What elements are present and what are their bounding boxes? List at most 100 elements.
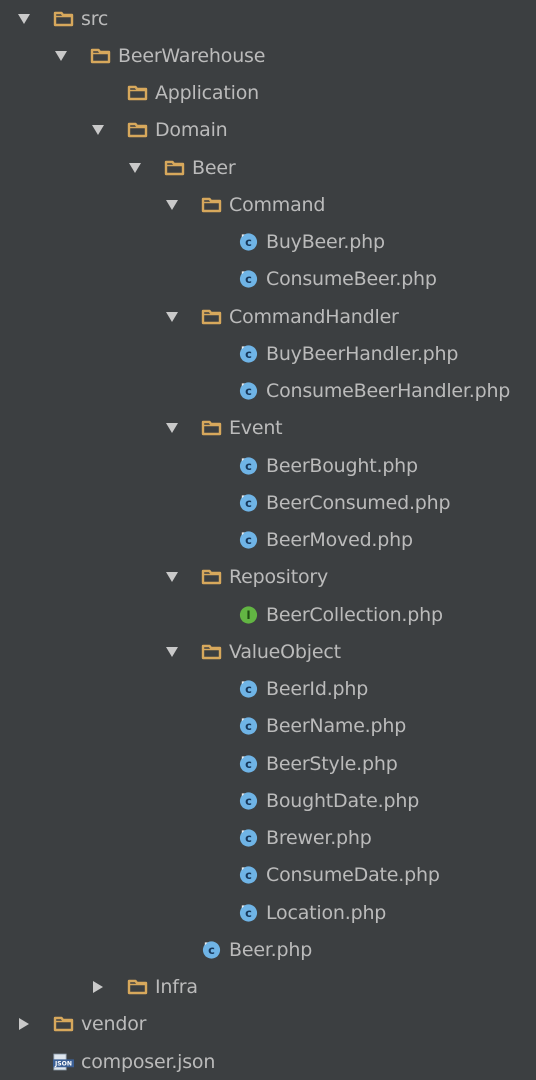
chevron-down-icon[interactable]: [164, 642, 180, 662]
svg-text:JSON: JSON: [54, 1060, 72, 1067]
tree-item-label: BeerConsumed.php: [266, 491, 451, 514]
php-class-icon: c: [238, 232, 259, 252]
chevron-down-icon[interactable]: [127, 158, 143, 178]
folder-icon: [127, 120, 148, 140]
svg-text:c: c: [245, 458, 252, 472]
tree-item-event[interactable]: Event: [164, 410, 283, 447]
tree-item-label: BuyBeer.php: [266, 231, 385, 253]
php-class-icon: c: [201, 940, 222, 960]
tree-item-infra[interactable]: Infra: [90, 969, 198, 1006]
tree-item-beerid[interactable]: c BeerId.php: [201, 671, 368, 708]
php-class-icon: c: [238, 791, 259, 811]
php-class-icon: c: [238, 828, 259, 848]
tree-item-consumedate[interactable]: c ConsumeDate.php: [201, 857, 440, 894]
tree-item-label: vendor: [81, 1013, 147, 1036]
tree-item-buybeer[interactable]: c BuyBeer.php: [201, 224, 385, 261]
svg-text:c: c: [245, 682, 252, 696]
chevron-down-icon[interactable]: [16, 9, 32, 29]
tree-item-application[interactable]: Application: [90, 75, 259, 112]
tree-item-label: Event: [229, 417, 283, 440]
tree-item-consumebeerhandler[interactable]: c ConsumeBeerHandler.php: [201, 373, 510, 410]
folder-icon: [201, 567, 222, 587]
tree-item-beermoved[interactable]: c BeerMoved.php: [201, 522, 413, 559]
tree-item-command[interactable]: Command: [164, 186, 325, 223]
folder-icon: [53, 9, 74, 29]
tree-item-beer[interactable]: Beer: [127, 149, 236, 186]
folder-icon: [90, 46, 111, 66]
tree-item-label: Brewer.php: [266, 827, 372, 849]
svg-text:c: c: [245, 496, 252, 510]
tree-item-location[interactable]: c Location.php: [201, 894, 386, 931]
tree-item-label: Infra: [155, 976, 198, 998]
tree-item-label: BeerStyle.php: [266, 752, 398, 775]
json-file-icon: JSON: [53, 1052, 74, 1072]
tree-item-beername[interactable]: c BeerName.php: [201, 708, 406, 745]
project-tree: src BeerWarehouse Application Domain Beer Com…: [0, 0, 536, 1075]
chevron-down-icon[interactable]: [164, 195, 180, 215]
tree-item-commandhandler[interactable]: CommandHandler: [164, 298, 399, 335]
svg-text:c: c: [245, 719, 252, 733]
svg-text:c: c: [245, 756, 252, 770]
tree-item-valueobject[interactable]: ValueObject: [164, 633, 341, 670]
svg-text:c: c: [208, 943, 215, 957]
tree-item-boughtdate[interactable]: c BoughtDate.php: [201, 782, 419, 819]
tree-item-label: BeerId.php: [266, 678, 369, 700]
tree-item-brewer[interactable]: c Brewer.php: [201, 820, 372, 857]
folder-icon: [201, 642, 222, 662]
folder-icon: [164, 158, 185, 178]
tree-item-beerconsumed[interactable]: c BeerConsumed.php: [201, 484, 451, 521]
folder-icon: [201, 418, 222, 438]
tree-item-beercollection[interactable]: I BeerCollection.php: [201, 596, 443, 633]
tree-item-composer[interactable]: JSON composer.json: [16, 1043, 215, 1080]
tree-item-buybeerhandler[interactable]: c BuyBeerHandler.php: [201, 335, 458, 372]
tree-item-label: BeerName.php: [266, 715, 407, 738]
chevron-right-icon[interactable]: [90, 977, 106, 997]
tree-item-src[interactable]: src: [16, 0, 108, 37]
chevron-down-icon[interactable]: [90, 120, 106, 140]
tree-item-label: BeerWarehouse: [118, 44, 266, 67]
tree-item-label: Repository: [229, 566, 329, 589]
php-class-icon: c: [238, 679, 259, 699]
tree-item-beerwarehouse[interactable]: BeerWarehouse: [53, 37, 265, 74]
svg-text:c: c: [245, 347, 252, 361]
folder-icon: [201, 195, 222, 215]
tree-item-label: Domain: [155, 119, 228, 142]
tree-item-label: ConsumeDate.php: [266, 864, 440, 887]
tree-item-label: BeerMoved.php: [266, 529, 413, 551]
php-class-icon: c: [238, 493, 259, 513]
svg-text:c: c: [245, 868, 252, 882]
tree-item-domain[interactable]: Domain: [90, 112, 228, 149]
tree-item-beerstyle[interactable]: c BeerStyle.php: [201, 745, 398, 782]
chevron-down-icon[interactable]: [164, 418, 180, 438]
svg-text:c: c: [245, 533, 252, 547]
php-class-icon: c: [238, 865, 259, 885]
tree-item-label: ValueObject: [229, 640, 341, 663]
tree-item-consumebeer[interactable]: c ConsumeBeer.php: [201, 261, 437, 298]
folder-icon: [53, 1014, 74, 1034]
php-class-icon: c: [238, 344, 259, 364]
php-class-icon: c: [238, 269, 259, 289]
tree-item-vendor[interactable]: vendor: [16, 1006, 146, 1043]
tree-item-label: Beer: [192, 156, 236, 179]
tree-item-beerbought[interactable]: c BeerBought.php: [201, 447, 418, 484]
php-class-icon: c: [238, 754, 259, 774]
svg-text:c: c: [245, 384, 252, 398]
tree-item-label: Beer.php: [229, 938, 313, 961]
php-class-icon: c: [238, 530, 259, 550]
tree-item-label: BuyBeerHandler.php: [266, 342, 459, 365]
chevron-down-icon[interactable]: [164, 307, 180, 327]
tree-item-beerphp[interactable]: c Beer.php: [164, 931, 312, 968]
chevron-down-icon[interactable]: [53, 46, 69, 66]
php-class-icon: c: [238, 381, 259, 401]
tree-item-label: BoughtDate.php: [266, 789, 420, 812]
svg-text:c: c: [245, 905, 252, 919]
php-class-icon: c: [238, 903, 259, 923]
chevron-right-icon[interactable]: [16, 1014, 32, 1034]
tree-item-repository[interactable]: Repository: [164, 559, 328, 596]
svg-text:c: c: [245, 794, 252, 808]
folder-icon: [201, 307, 222, 327]
tree-item-label: ConsumeBeerHandler.php: [266, 380, 511, 402]
chevron-down-icon[interactable]: [164, 567, 180, 587]
svg-text:c: c: [245, 272, 252, 286]
php-class-icon: c: [238, 716, 259, 736]
